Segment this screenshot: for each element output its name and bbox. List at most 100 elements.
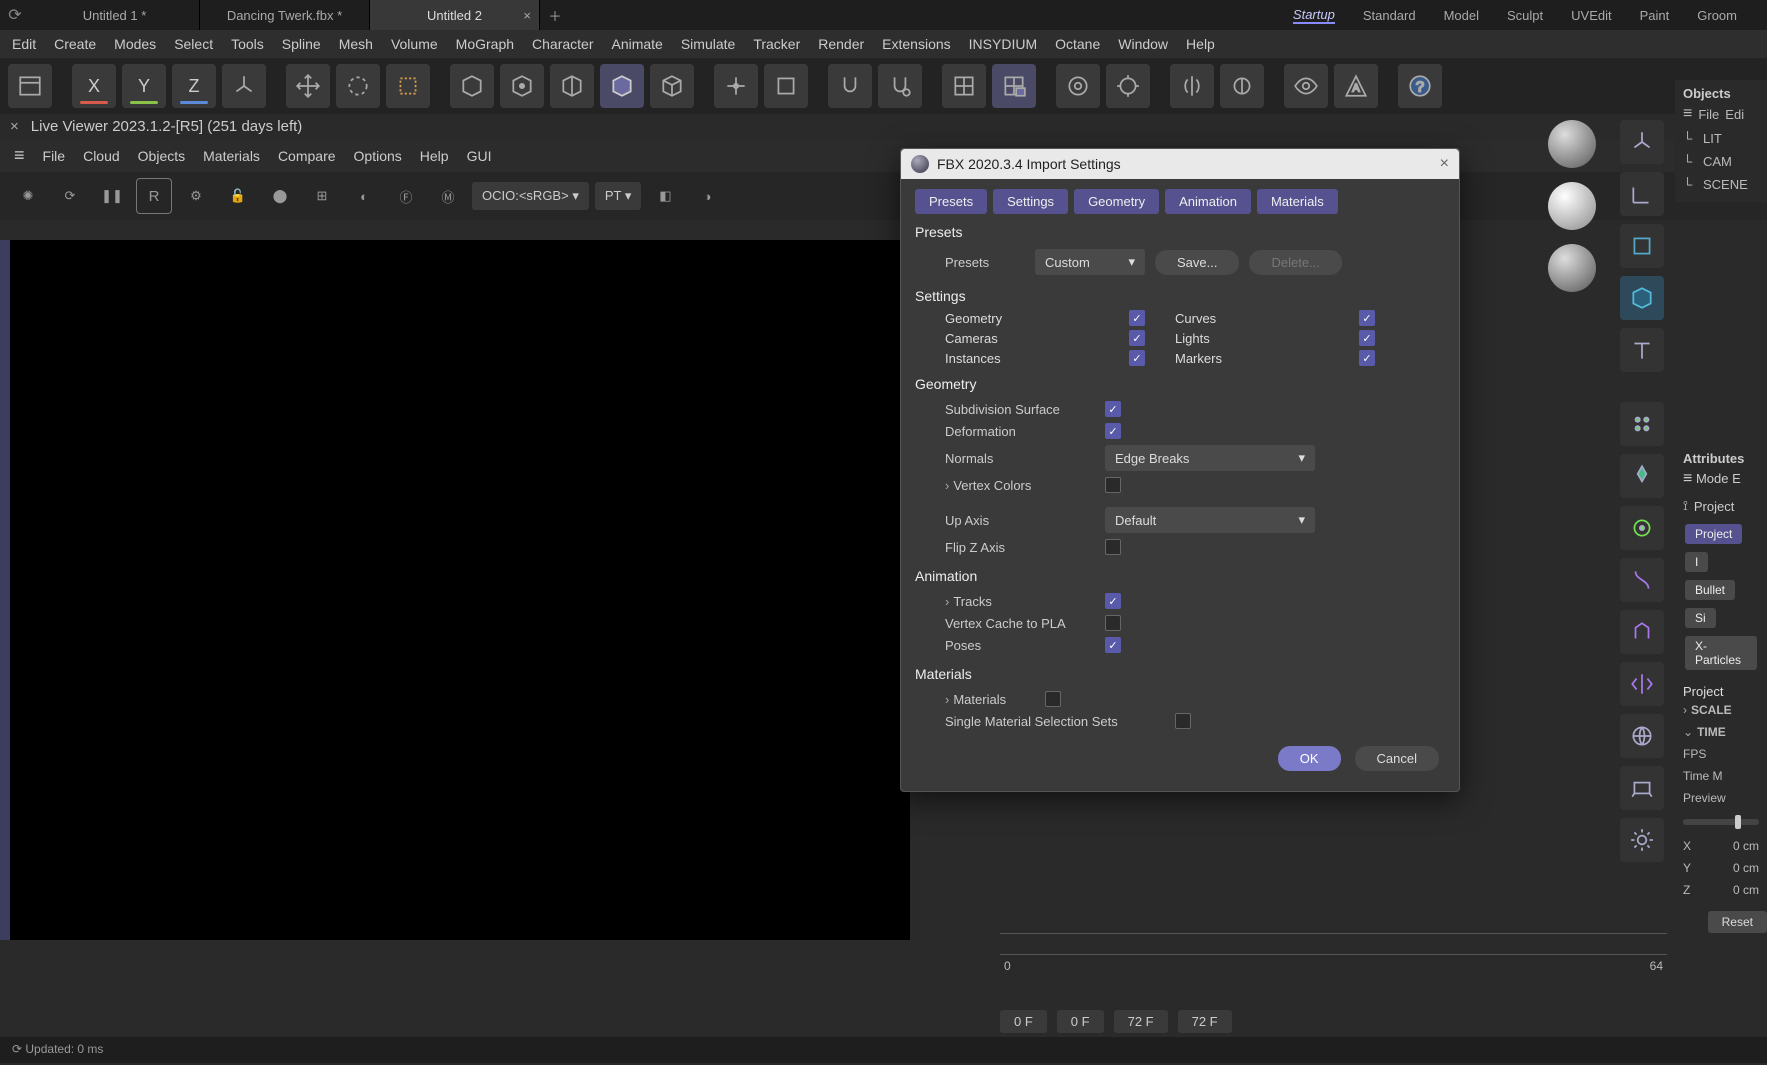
nav-gizmo-icon[interactable] <box>1548 120 1596 168</box>
poses-checkbox[interactable]: ✓ <box>1105 637 1121 653</box>
grid-lock-icon[interactable] <box>992 64 1036 108</box>
menu-tracker[interactable]: Tracker <box>753 36 800 52</box>
hamburger-icon[interactable]: ≡ <box>14 145 25 166</box>
coord-z[interactable]: Z0 cm <box>1683 879 1759 901</box>
attr-preview-row[interactable]: Preview <box>1683 787 1759 809</box>
model-mode-icon[interactable] <box>450 64 494 108</box>
extrude-icon[interactable] <box>1620 610 1664 654</box>
attr-time-row[interactable]: ⌄TIME <box>1683 721 1759 743</box>
expand-icon[interactable]: › <box>945 692 949 707</box>
vcache-checkbox[interactable] <box>1105 615 1121 631</box>
symmetry-tool-icon[interactable] <box>1620 662 1664 706</box>
close-icon[interactable]: × <box>10 118 19 135</box>
attr-tab-sim[interactable]: Si <box>1685 608 1716 628</box>
menu-edit[interactable]: Edit <box>12 36 36 52</box>
smss-checkbox[interactable] <box>1175 713 1191 729</box>
lv-pause-icon[interactable]: ❚❚ <box>94 178 130 214</box>
dialog-titlebar[interactable]: FBX 2020.3.4 Import Settings × <box>901 149 1459 179</box>
tab-animation[interactable]: Animation <box>1165 189 1251 214</box>
lv-menu-materials[interactable]: Materials <box>203 148 260 164</box>
menu-insydium[interactable]: INSYDIUM <box>969 36 1037 52</box>
layout-tab-uvedit[interactable]: UVEdit <box>1571 8 1611 23</box>
axis-center-icon[interactable] <box>714 64 758 108</box>
lv-cube-icon[interactable]: ◧ <box>647 178 683 214</box>
stage-icon[interactable] <box>1620 766 1664 810</box>
lv-sphere-icon[interactable]: ⬤ <box>262 178 298 214</box>
preview-slider[interactable] <box>1683 819 1759 825</box>
coord-x[interactable]: X0 cm <box>1683 835 1759 857</box>
timeline-ruler[interactable] <box>1000 933 1667 955</box>
reset-button[interactable]: Reset <box>1708 911 1767 933</box>
lv-menu-cloud[interactable]: Cloud <box>83 148 120 164</box>
light-icon[interactable] <box>1620 818 1664 862</box>
lv-refresh-icon[interactable]: ⟳ <box>52 178 88 214</box>
menu-extensions[interactable]: Extensions <box>882 36 950 52</box>
tree-item-scene[interactable]: └SCENE <box>1683 173 1759 196</box>
lv-menu-help[interactable]: Help <box>420 148 449 164</box>
attr-scale-row[interactable]: ›SCALE <box>1683 699 1759 721</box>
axis-x-button[interactable]: X <box>72 64 116 108</box>
expand-icon[interactable]: › <box>945 594 949 609</box>
symmetry-settings-icon[interactable] <box>1220 64 1264 108</box>
help-icon[interactable]: ? <box>1398 64 1442 108</box>
symmetry-icon[interactable] <box>1170 64 1214 108</box>
ok-button[interactable]: OK <box>1278 746 1341 771</box>
flipz-checkbox[interactable] <box>1105 539 1121 555</box>
doc-tab[interactable]: Dancing Twerk.fbx * <box>200 0 370 30</box>
menu-character[interactable]: Character <box>532 36 593 52</box>
coord-y[interactable]: Y0 cm <box>1683 857 1759 879</box>
deformer-icon[interactable] <box>1620 558 1664 602</box>
cancel-button[interactable]: Cancel <box>1355 746 1439 771</box>
lv-lock-icon[interactable]: 🔓 <box>220 178 256 214</box>
rotate-tool-icon[interactable] <box>336 64 380 108</box>
menu-modes[interactable]: Modes <box>114 36 156 52</box>
lv-menu-gui[interactable]: GUI <box>467 148 492 164</box>
lv-gear-icon[interactable]: ⚙ <box>178 178 214 214</box>
coord-system-icon[interactable] <box>1620 172 1664 216</box>
save-preset-button[interactable]: Save... <box>1155 250 1239 275</box>
rect-tool-icon[interactable] <box>1620 224 1664 268</box>
tl-end-frame[interactable]: 72 F <box>1114 1010 1168 1033</box>
lv-region-icon[interactable]: R <box>136 178 172 214</box>
objects-menu-edit[interactable]: Edi <box>1725 107 1744 122</box>
menu-animate[interactable]: Animate <box>611 36 662 52</box>
menu-mograph[interactable]: MoGraph <box>456 36 514 52</box>
asset-browser-icon[interactable] <box>8 64 52 108</box>
tl-total-frame[interactable]: 72 F <box>1178 1010 1232 1033</box>
lv-menu-compare[interactable]: Compare <box>278 148 336 164</box>
lv-menu-objects[interactable]: Objects <box>138 148 185 164</box>
hamburger-icon[interactable]: ≡ <box>1683 470 1692 487</box>
uv-mode-icon[interactable] <box>650 64 694 108</box>
menu-window[interactable]: Window <box>1118 36 1168 52</box>
close-icon[interactable]: × <box>523 8 531 23</box>
attr-menu-edit[interactable]: E <box>1732 471 1741 486</box>
layout-tab-groom[interactable]: Groom <box>1697 8 1737 23</box>
doc-tab-active[interactable]: Untitled 2 × <box>370 0 540 30</box>
lv-mask-icon[interactable]: Ⓜ <box>430 178 466 214</box>
axis-z-button[interactable]: Z <box>172 64 216 108</box>
lv-clip-icon[interactable]: ◐ <box>346 178 382 214</box>
attr-tab-info[interactable]: I <box>1685 552 1708 572</box>
menu-render[interactable]: Render <box>818 36 864 52</box>
tab-geometry[interactable]: Geometry <box>1074 189 1159 214</box>
deform-checkbox[interactable]: ✓ <box>1105 423 1121 439</box>
layout-tab-sculpt[interactable]: Sculpt <box>1507 8 1543 23</box>
menu-select[interactable]: Select <box>174 36 213 52</box>
curves-checkbox[interactable]: ✓ <box>1359 310 1375 326</box>
menu-volume[interactable]: Volume <box>391 36 438 52</box>
hamburger-icon[interactable]: ≡ <box>1683 105 1692 123</box>
lv-menu-file[interactable]: File <box>43 148 66 164</box>
attr-menu-mode[interactable]: Mode <box>1696 471 1729 486</box>
lights-checkbox[interactable]: ✓ <box>1359 330 1375 346</box>
edge-mode-icon[interactable] <box>550 64 594 108</box>
cloner-icon[interactable] <box>1620 402 1664 446</box>
text-tool-icon[interactable] <box>1620 328 1664 372</box>
render-viewport[interactable] <box>10 240 910 940</box>
tracks-checkbox[interactable]: ✓ <box>1105 593 1121 609</box>
lv-add-icon[interactable]: ⊞ <box>304 178 340 214</box>
layout-tab-model[interactable]: Model <box>1444 8 1479 23</box>
shading-ball-icon[interactable] <box>1548 182 1596 230</box>
field-icon[interactable] <box>1620 506 1664 550</box>
menu-help[interactable]: Help <box>1186 36 1215 52</box>
menu-octane[interactable]: Octane <box>1055 36 1100 52</box>
